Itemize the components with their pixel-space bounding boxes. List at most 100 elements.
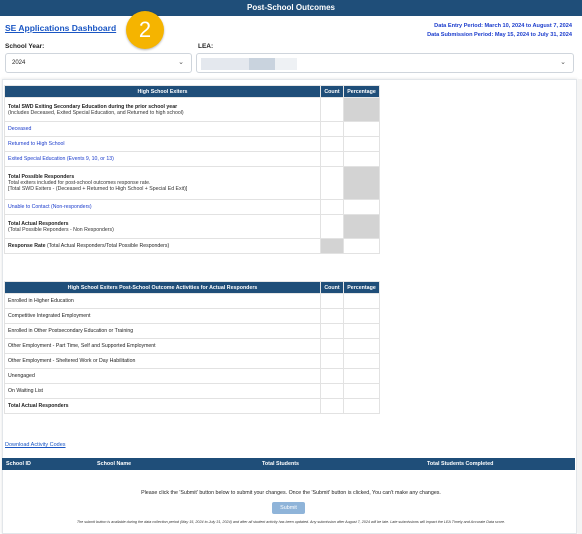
exiters-table-title: High School Exiters <box>4 85 321 98</box>
activities-col-count: Count <box>320 281 344 294</box>
percentage-cell <box>343 368 380 384</box>
table-row: Unengaged <box>4 368 380 384</box>
activity-label: Competitive Integrated Employment <box>4 308 321 324</box>
col-total-students: Total Students <box>262 461 300 467</box>
school-year-select[interactable]: 2024 ⌄ <box>5 53 192 73</box>
percentage-cell <box>343 308 380 324</box>
table-row: Enrolled in Other Postsecondary Educatio… <box>4 323 380 339</box>
percentage-cell <box>343 136 380 152</box>
percentage-cell <box>343 353 380 369</box>
table-row: Other Employment - Part Time, Self and S… <box>4 338 380 354</box>
count-cell <box>320 353 344 369</box>
activities-table: High School Exiters Post-School Outcome … <box>4 281 380 414</box>
activity-label: Enrolled in Other Postsecondary Educatio… <box>4 323 321 339</box>
schools-table-header: School ID School Name Total Students Tot… <box>2 458 575 470</box>
row-sublabel-formula: [Total SWD Exiters - (Deceased + Returne… <box>8 186 188 192</box>
activity-label-total: Total Actual Responders <box>4 398 321 414</box>
chevron-down-icon: ⌄ <box>178 59 184 66</box>
table-row: Exited Special Education (Events 9, 10, … <box>4 151 380 167</box>
percentage-cell <box>343 238 380 254</box>
school-year-label: School Year: <box>5 43 45 50</box>
count-cell <box>320 308 344 324</box>
row-sublabel: (Total Actual Responders/Total Possible … <box>46 243 170 249</box>
percentage-cell <box>343 166 380 200</box>
exiters-col-count: Count <box>320 85 344 98</box>
row-label: Total SWD Exiting Secondary Education du… <box>8 103 178 110</box>
data-entry-period: Data Entry Period: March 10, 2024 to Aug… <box>434 23 572 29</box>
percentage-cell <box>343 121 380 137</box>
count-cell <box>320 199 344 215</box>
page-title: Post-School Outcomes <box>246 3 335 12</box>
activity-label: Unengaged <box>4 368 321 384</box>
exiters-col-percentage: Percentage <box>343 85 380 98</box>
exited-special-education-link[interactable]: Exited Special Education (Events 9, 10, … <box>8 156 114 162</box>
count-cell <box>320 97 344 122</box>
redacted-lea-name <box>201 58 249 70</box>
row-label: Total Actual Responders <box>8 220 69 227</box>
submission-footnote: The submit button is available during th… <box>76 520 506 524</box>
chevron-down-icon: ⌄ <box>560 59 566 66</box>
table-row: On Waiting List <box>4 383 380 399</box>
table-row: Response Rate (Total Actual Responders/T… <box>4 238 380 254</box>
row-sublabel: (Includes Deceased, Exited Special Educa… <box>8 109 184 116</box>
submit-instructions: Please click the 'Submit' button below t… <box>141 490 441 496</box>
col-school-name: School Name <box>97 461 132 467</box>
count-cell <box>320 214 344 239</box>
percentage-cell <box>343 293 380 309</box>
table-row: Total SWD Exiting Secondary Education du… <box>4 97 380 122</box>
data-submission-period: Data Submission Period: May 15, 2024 to … <box>427 32 572 38</box>
count-cell <box>320 338 344 354</box>
percentage-cell <box>343 151 380 167</box>
submit-button[interactable]: Submit <box>272 502 305 514</box>
activity-label: Other Employment - Part Time, Self and S… <box>4 338 321 354</box>
deceased-link[interactable]: Deceased <box>8 126 31 132</box>
table-row: Total Possible Responders Total exiters i… <box>4 166 380 200</box>
percentage-cell <box>343 338 380 354</box>
count-cell <box>320 166 344 200</box>
redacted-lea-name-block <box>249 58 275 70</box>
scrollbar[interactable] <box>578 79 582 534</box>
lea-label: LEA: <box>198 43 214 50</box>
col-school-id: School ID <box>6 461 31 467</box>
returned-to-high-school-link[interactable]: Returned to High School <box>8 141 65 147</box>
count-cell <box>320 238 344 254</box>
count-cell <box>320 136 344 152</box>
table-row: Deceased <box>4 121 380 137</box>
page-title-bar: Post-School Outcomes <box>0 0 582 16</box>
table-row: Unable to Contact (Non-responders) <box>4 199 380 215</box>
count-cell <box>320 121 344 137</box>
count-cell <box>320 293 344 309</box>
count-cell <box>320 323 344 339</box>
percentage-cell <box>343 323 380 339</box>
table-row: Competitive Integrated Employment <box>4 308 380 324</box>
table-row: Enrolled in Higher Education <box>4 293 380 309</box>
count-cell <box>320 368 344 384</box>
activity-label: Enrolled in Higher Education <box>4 293 321 309</box>
activities-table-title: High School Exiters Post-School Outcome … <box>4 281 321 294</box>
step-badge: 2 <box>126 11 164 49</box>
download-activity-codes-link[interactable]: Download Activity Codes <box>5 442 66 448</box>
percentage-cell <box>343 383 380 399</box>
count-cell <box>320 151 344 167</box>
lea-select[interactable]: ⌄ <box>196 53 574 73</box>
activity-label: On Waiting List <box>4 383 321 399</box>
percentage-cell <box>343 199 380 215</box>
col-total-students-completed: Total Students Completed <box>427 461 494 467</box>
unable-to-contact-link[interactable]: Unable to Contact (Non-responders) <box>8 204 92 210</box>
activity-label: Other Employment - Sheltered Work or Day… <box>4 353 321 369</box>
percentage-cell <box>343 97 380 122</box>
activities-col-percentage: Percentage <box>343 281 380 294</box>
row-sublabel: (Total Possible Reponders - Non Responde… <box>8 226 114 233</box>
exiters-table: High School Exiters Count Percentage Tot… <box>4 85 380 254</box>
percentage-cell <box>343 214 380 239</box>
school-year-value: 2024 <box>12 60 26 66</box>
table-row: Total Actual Responders <box>4 398 380 414</box>
percentage-cell <box>343 398 380 414</box>
table-row: Total Actual Responders (Total Possible R… <box>4 214 380 239</box>
redacted-lea-name-tail <box>275 58 297 70</box>
count-cell <box>320 398 344 414</box>
table-row: Other Employment - Sheltered Work or Day… <box>4 353 380 369</box>
table-row: Returned to High School <box>4 136 380 152</box>
dashboard-link[interactable]: SE Applications Dashboard <box>5 23 116 33</box>
row-label: Response Rate <box>8 243 46 249</box>
